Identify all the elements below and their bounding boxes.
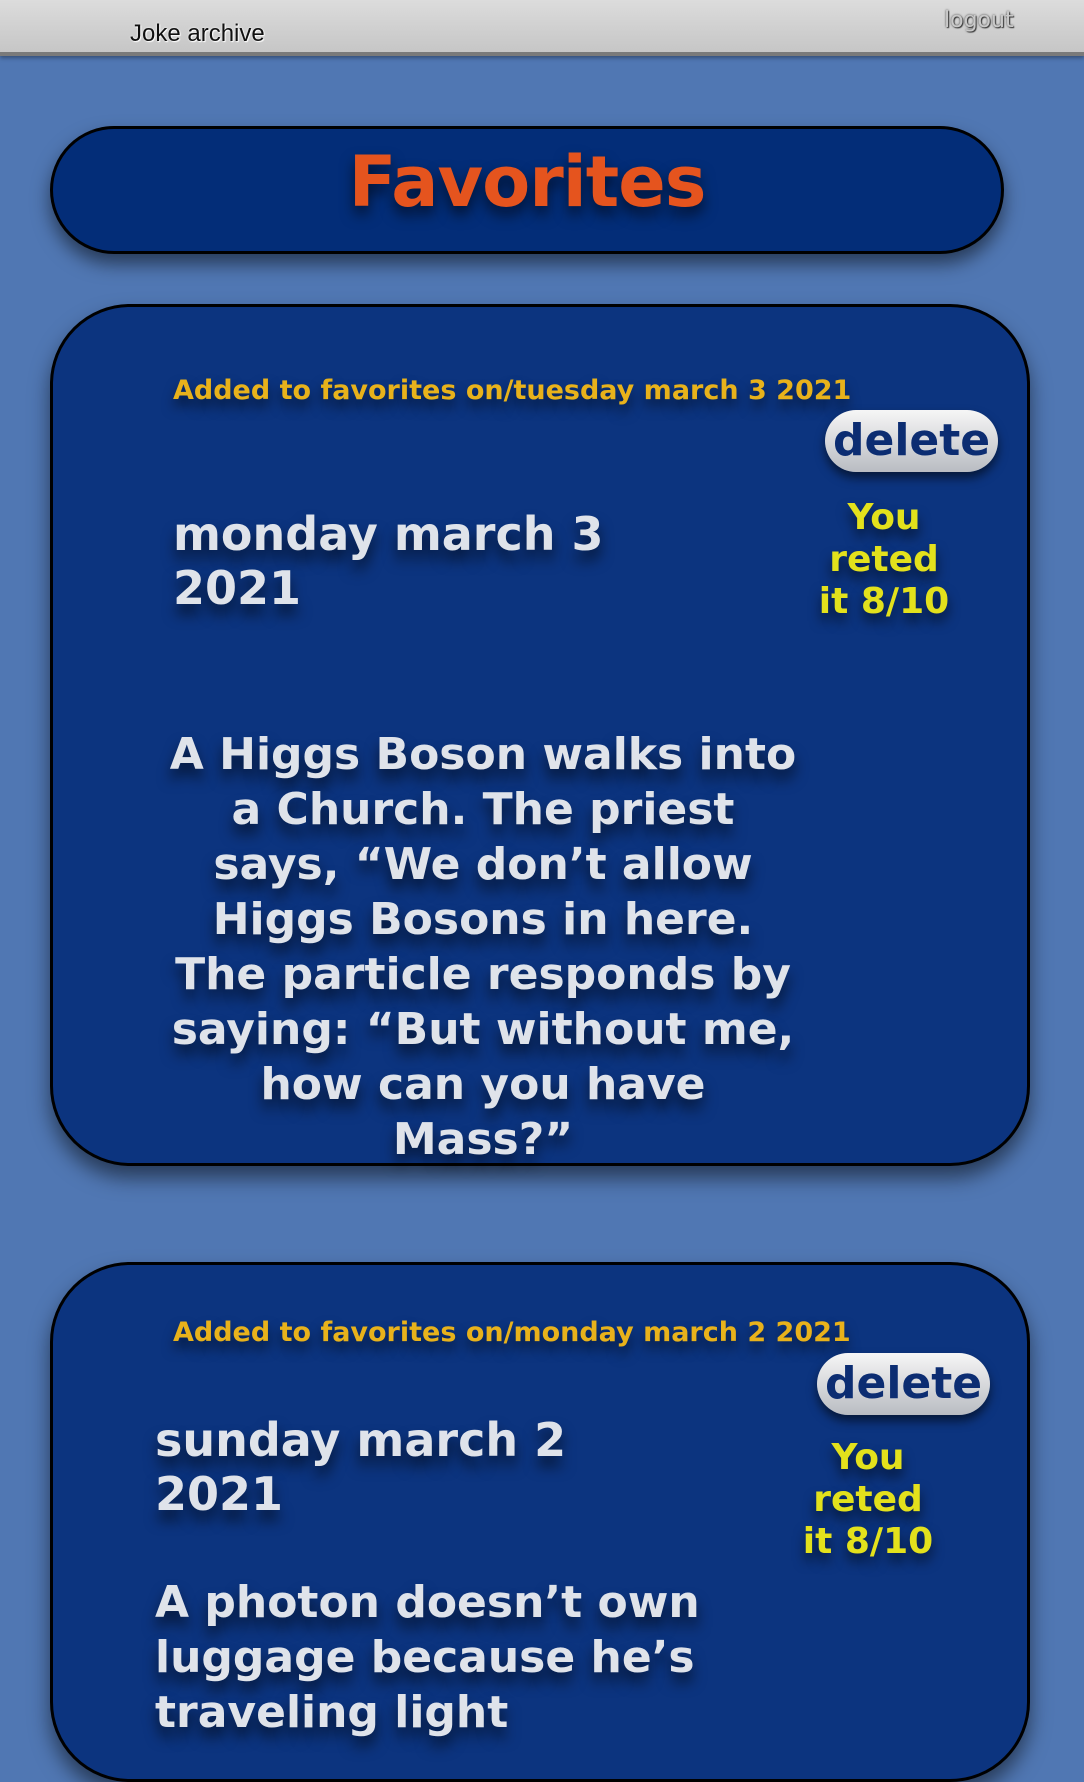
logout-link[interactable]: logout — [944, 8, 1014, 33]
rating-label: You reted it 8/10 — [818, 497, 950, 622]
joke-date: monday march 3 2021 — [173, 507, 604, 615]
joke-date: sunday march 2 2021 — [155, 1413, 567, 1521]
delete-button[interactable]: delete — [825, 410, 999, 472]
added-date-label: Added to favorites on/monday march 2 202… — [173, 1317, 851, 1348]
added-date-label: Added to favorites on/tuesday march 3 20… — [173, 375, 852, 406]
joke-text: A Higgs Boson walks into a Church. The p… — [169, 729, 797, 1165]
rating-label: You reted it 8/10 — [802, 1437, 934, 1562]
page-title: Favorites — [348, 141, 707, 223]
delete-button[interactable]: delete — [817, 1353, 991, 1415]
page-header: Favorites — [50, 126, 1004, 254]
joke-text: A photon doesn’t own luggage because he’… — [155, 1577, 700, 1738]
app-title: Joke archive — [130, 20, 265, 47]
favorite-card: Added to favorites on/monday march 2 202… — [50, 1262, 1030, 1782]
favorite-card: Added to favorites on/tuesday march 3 20… — [50, 304, 1030, 1166]
top-bar: Joke archive logout — [0, 0, 1084, 56]
